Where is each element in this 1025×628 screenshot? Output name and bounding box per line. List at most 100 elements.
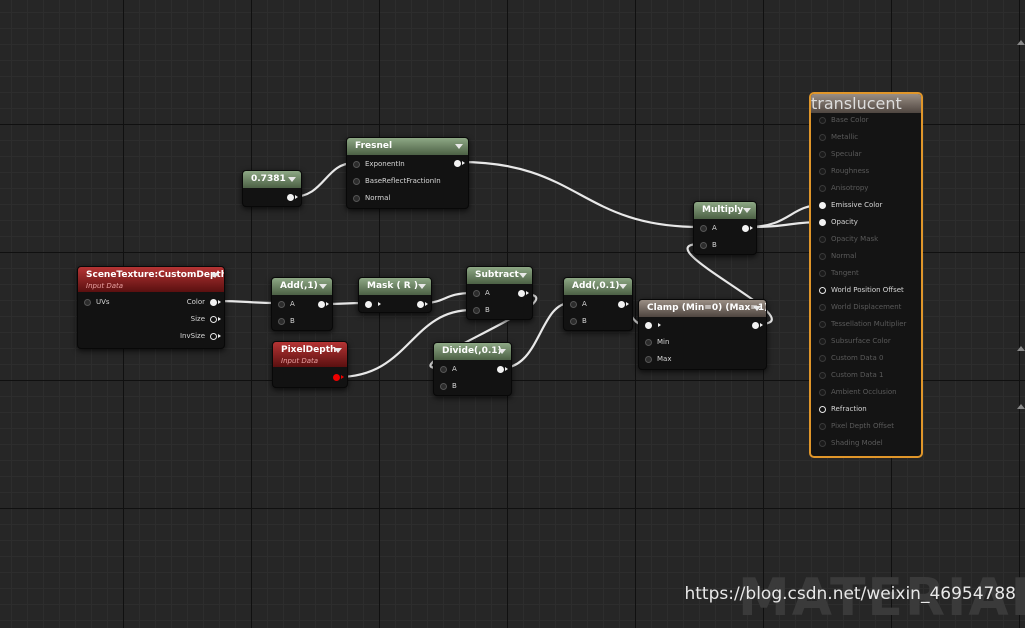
divide-output-pin[interactable] — [492, 365, 508, 374]
pin-dot-icon — [819, 269, 826, 277]
collapse-arrow-icon[interactable] — [418, 284, 426, 289]
subtract-output-pin[interactable] — [513, 289, 529, 298]
constant-value: 0.7381 — [251, 174, 286, 184]
mask-header[interactable]: Mask ( R ) — [359, 278, 431, 295]
material-input-pixel-depth-offset[interactable]: Pixel Depth Offset — [819, 422, 894, 431]
add-01-a-pin[interactable]: A — [570, 300, 587, 309]
panel-scroll-up-icon[interactable] — [1017, 404, 1025, 409]
add-01-b-pin[interactable]: B — [570, 317, 587, 326]
scene-texture-uvs-pin[interactable]: UVs — [84, 298, 110, 307]
material-input-normal[interactable]: Normal — [819, 252, 856, 261]
material-input-opacity-mask[interactable]: Opacity Mask — [819, 235, 878, 244]
material-input-opacity[interactable]: Opacity — [819, 218, 858, 227]
scene-texture-node[interactable]: SceneTexture:CustomDepth Input Data UVs … — [77, 266, 225, 349]
panel-scroll-up-icon[interactable] — [1017, 346, 1025, 351]
pin-label: Metallic — [831, 133, 859, 141]
scene-texture-invsize-pin[interactable]: InvSize — [180, 332, 221, 341]
subtract-header[interactable]: Subtract — [467, 267, 532, 284]
add-1-output-pin[interactable] — [313, 300, 329, 309]
subtract-a-pin[interactable]: A — [473, 289, 490, 298]
subtract-b-pin[interactable]: B — [473, 306, 490, 315]
pin-dot-icon — [645, 338, 652, 346]
multiply-output-pin[interactable] — [737, 224, 753, 233]
divide-b-pin[interactable]: B — [440, 382, 457, 391]
add-01-output-pin[interactable] — [613, 300, 629, 309]
divide-header[interactable]: Divide(,0.1) — [434, 343, 511, 360]
multiply-node[interactable]: Multiply A B — [693, 201, 757, 255]
material-input-world-position-offset[interactable]: World Position Offset — [819, 286, 904, 295]
add-1-node[interactable]: Add(,1) A B — [271, 277, 333, 331]
mask-input-pin[interactable] — [365, 300, 381, 309]
material-input-base-color[interactable]: Base Color — [819, 116, 869, 125]
pin-label: Shading Model — [831, 439, 883, 447]
material-input-tangent[interactable]: Tangent — [819, 269, 859, 278]
pixel-depth-header[interactable]: PixelDepth Input Data — [273, 342, 347, 367]
clamp-input-pin[interactable] — [645, 321, 661, 330]
pin-dot-icon — [353, 177, 360, 185]
scene-texture-color-pin[interactable]: Color — [187, 298, 221, 307]
material-input-specular[interactable]: Specular — [819, 150, 862, 159]
collapse-arrow-icon[interactable] — [743, 208, 751, 213]
material-result-header[interactable]: translucent — [811, 94, 921, 113]
pin-dot-icon — [497, 365, 504, 373]
mask-output-pin[interactable] — [412, 300, 428, 309]
material-graph-canvas[interactable]: MATERIAL 0.7381 Fresnel ExponentIn BaseR… — [0, 0, 1025, 628]
material-input-anisotropy[interactable]: Anisotropy — [819, 184, 868, 193]
constant-output-pin[interactable] — [282, 193, 298, 202]
add-1-b-pin[interactable]: B — [278, 317, 295, 326]
clamp-node[interactable]: Clamp (Min=0) (Max=1) Min Max — [638, 299, 767, 370]
collapse-arrow-icon[interactable] — [334, 348, 342, 353]
material-input-emissive-color[interactable]: Emissive Color — [819, 201, 882, 210]
material-input-ambient-occlusion[interactable]: Ambient Occlusion — [819, 388, 897, 397]
material-result-node[interactable]: translucent Base Color Metallic Specular Ro… — [809, 92, 923, 458]
clamp-min-pin[interactable]: Min — [645, 338, 669, 347]
divide-node[interactable]: Divide(,0.1) A B — [433, 342, 512, 396]
pixel-depth-output-pin[interactable] — [328, 373, 344, 382]
material-input-world-displacement[interactable]: World Displacement — [819, 303, 901, 312]
collapse-arrow-icon[interactable] — [319, 284, 327, 289]
clamp-output-pin[interactable] — [747, 321, 763, 330]
collapse-arrow-icon[interactable] — [519, 273, 527, 278]
material-input-subsurface-color[interactable]: Subsurface Color — [819, 337, 891, 346]
add-01-node[interactable]: Add(,0.1) A B — [563, 277, 633, 331]
add-01-header[interactable]: Add(,0.1) — [564, 278, 632, 295]
collapse-arrow-icon[interactable] — [455, 144, 463, 149]
constant-node-header[interactable]: 0.7381 — [243, 171, 301, 188]
pin-dot-icon — [819, 405, 826, 413]
collapse-arrow-icon[interactable] — [619, 284, 627, 289]
collapse-arrow-icon[interactable] — [288, 177, 296, 182]
collapse-arrow-icon[interactable] — [753, 306, 761, 311]
pin-dot-icon — [819, 252, 826, 260]
material-input-roughness[interactable]: Roughness — [819, 167, 869, 176]
material-input-custom-data-0[interactable]: Custom Data 0 — [819, 354, 883, 363]
constant-node[interactable]: 0.7381 — [242, 170, 302, 207]
material-input-tessellation-multiplier[interactable]: Tessellation Multiplier — [819, 320, 906, 329]
material-input-custom-data-1[interactable]: Custom Data 1 — [819, 371, 883, 380]
add-1-a-pin[interactable]: A — [278, 300, 295, 309]
scene-texture-size-pin[interactable]: Size — [191, 315, 221, 324]
fresnel-basereflect-pin[interactable]: BaseReflectFractionIn — [353, 177, 441, 186]
material-input-metallic[interactable]: Metallic — [819, 133, 858, 142]
panel-scroll-up-icon[interactable] — [1017, 40, 1025, 45]
scene-texture-header[interactable]: SceneTexture:CustomDepth Input Data — [78, 267, 224, 292]
multiply-a-pin[interactable]: A — [700, 224, 717, 233]
fresnel-exponent-pin[interactable]: ExponentIn — [353, 160, 405, 169]
collapse-arrow-icon[interactable] — [498, 349, 506, 354]
fresnel-node-header[interactable]: Fresnel — [347, 138, 468, 155]
subtract-node[interactable]: Subtract A B — [466, 266, 533, 320]
pixel-depth-node[interactable]: PixelDepth Input Data — [272, 341, 348, 388]
add-1-header[interactable]: Add(,1) — [272, 278, 332, 295]
multiply-header[interactable]: Multiply — [694, 202, 756, 219]
multiply-b-pin[interactable]: B — [700, 241, 717, 250]
divide-a-pin[interactable]: A — [440, 365, 457, 374]
clamp-max-pin[interactable]: Max — [645, 355, 671, 364]
collapse-arrow-icon[interactable] — [211, 273, 219, 278]
material-input-refraction[interactable]: Refraction — [819, 405, 867, 414]
pin-label: World Displacement — [831, 303, 902, 311]
fresnel-normal-pin[interactable]: Normal — [353, 194, 390, 203]
mask-node[interactable]: Mask ( R ) — [358, 277, 432, 313]
fresnel-output-pin[interactable] — [449, 159, 465, 168]
material-input-shading-model[interactable]: Shading Model — [819, 439, 883, 448]
fresnel-node[interactable]: Fresnel ExponentIn BaseReflectFractionIn… — [346, 137, 469, 209]
clamp-header[interactable]: Clamp (Min=0) (Max=1) — [639, 300, 766, 317]
